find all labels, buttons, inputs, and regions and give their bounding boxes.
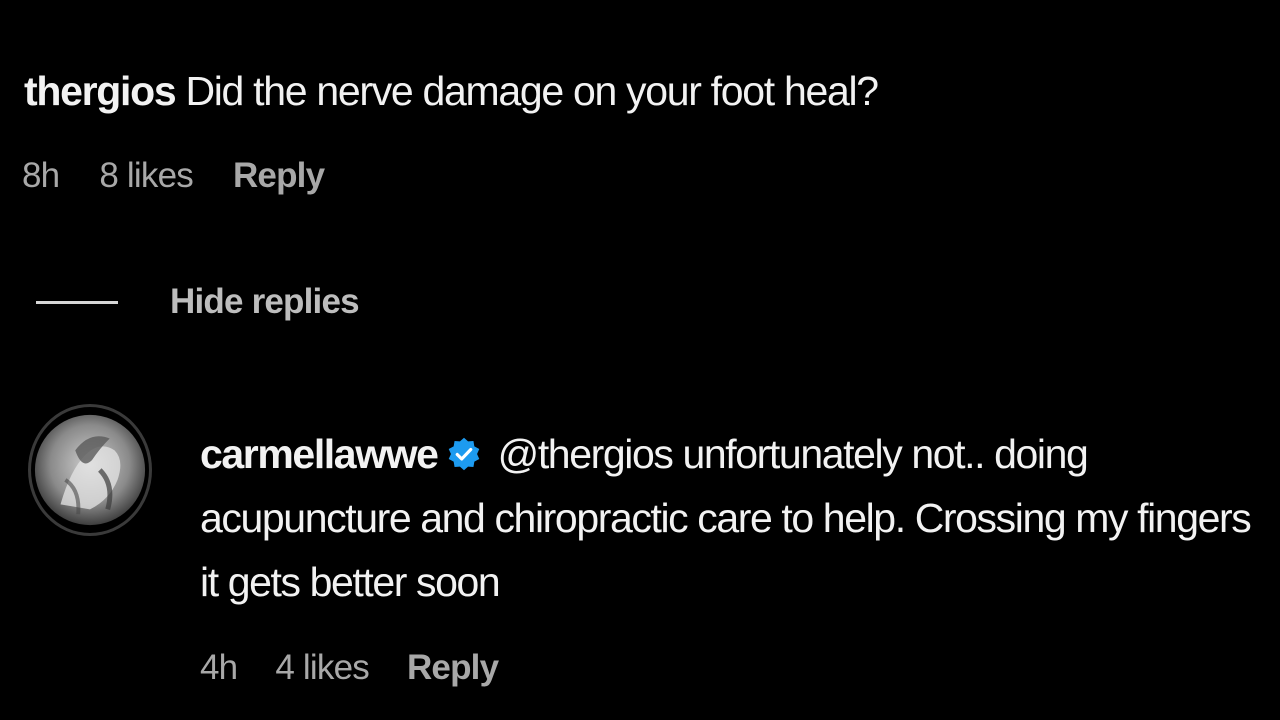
reply-likes[interactable]: 4 likes <box>275 648 369 688</box>
comment-meta: 8h 8 likes Reply <box>22 156 364 196</box>
reply-mention-link[interactable]: @thergios <box>498 431 674 477</box>
comment-text: Did the nerve damage on your foot heal? <box>185 68 879 114</box>
avatar-photo-icon <box>34 414 146 526</box>
reply-username[interactable]: carmellawwe <box>200 431 439 477</box>
reply-meta: 4h 4 likes Reply <box>200 648 536 688</box>
reply-avatar[interactable] <box>28 404 152 536</box>
reply-timestamp[interactable]: 4h <box>200 648 238 688</box>
comment-reply-button[interactable]: Reply <box>233 156 325 196</box>
reply-comment: carmellawwe @thergios unfortunately not.… <box>200 422 1270 614</box>
comment-username[interactable]: thergios <box>24 68 177 114</box>
reply-reply-button[interactable]: Reply <box>407 648 499 688</box>
hide-replies-button[interactable]: Hide replies <box>36 282 360 322</box>
comment-timestamp[interactable]: 8h <box>22 156 60 196</box>
hide-replies-label: Hide replies <box>170 282 360 321</box>
comment-likes[interactable]: 8 likes <box>99 156 193 196</box>
verified-badge-icon <box>446 436 482 472</box>
comment: thergios Did the nerve damage on your fo… <box>24 66 879 116</box>
replies-divider-line <box>36 300 118 304</box>
